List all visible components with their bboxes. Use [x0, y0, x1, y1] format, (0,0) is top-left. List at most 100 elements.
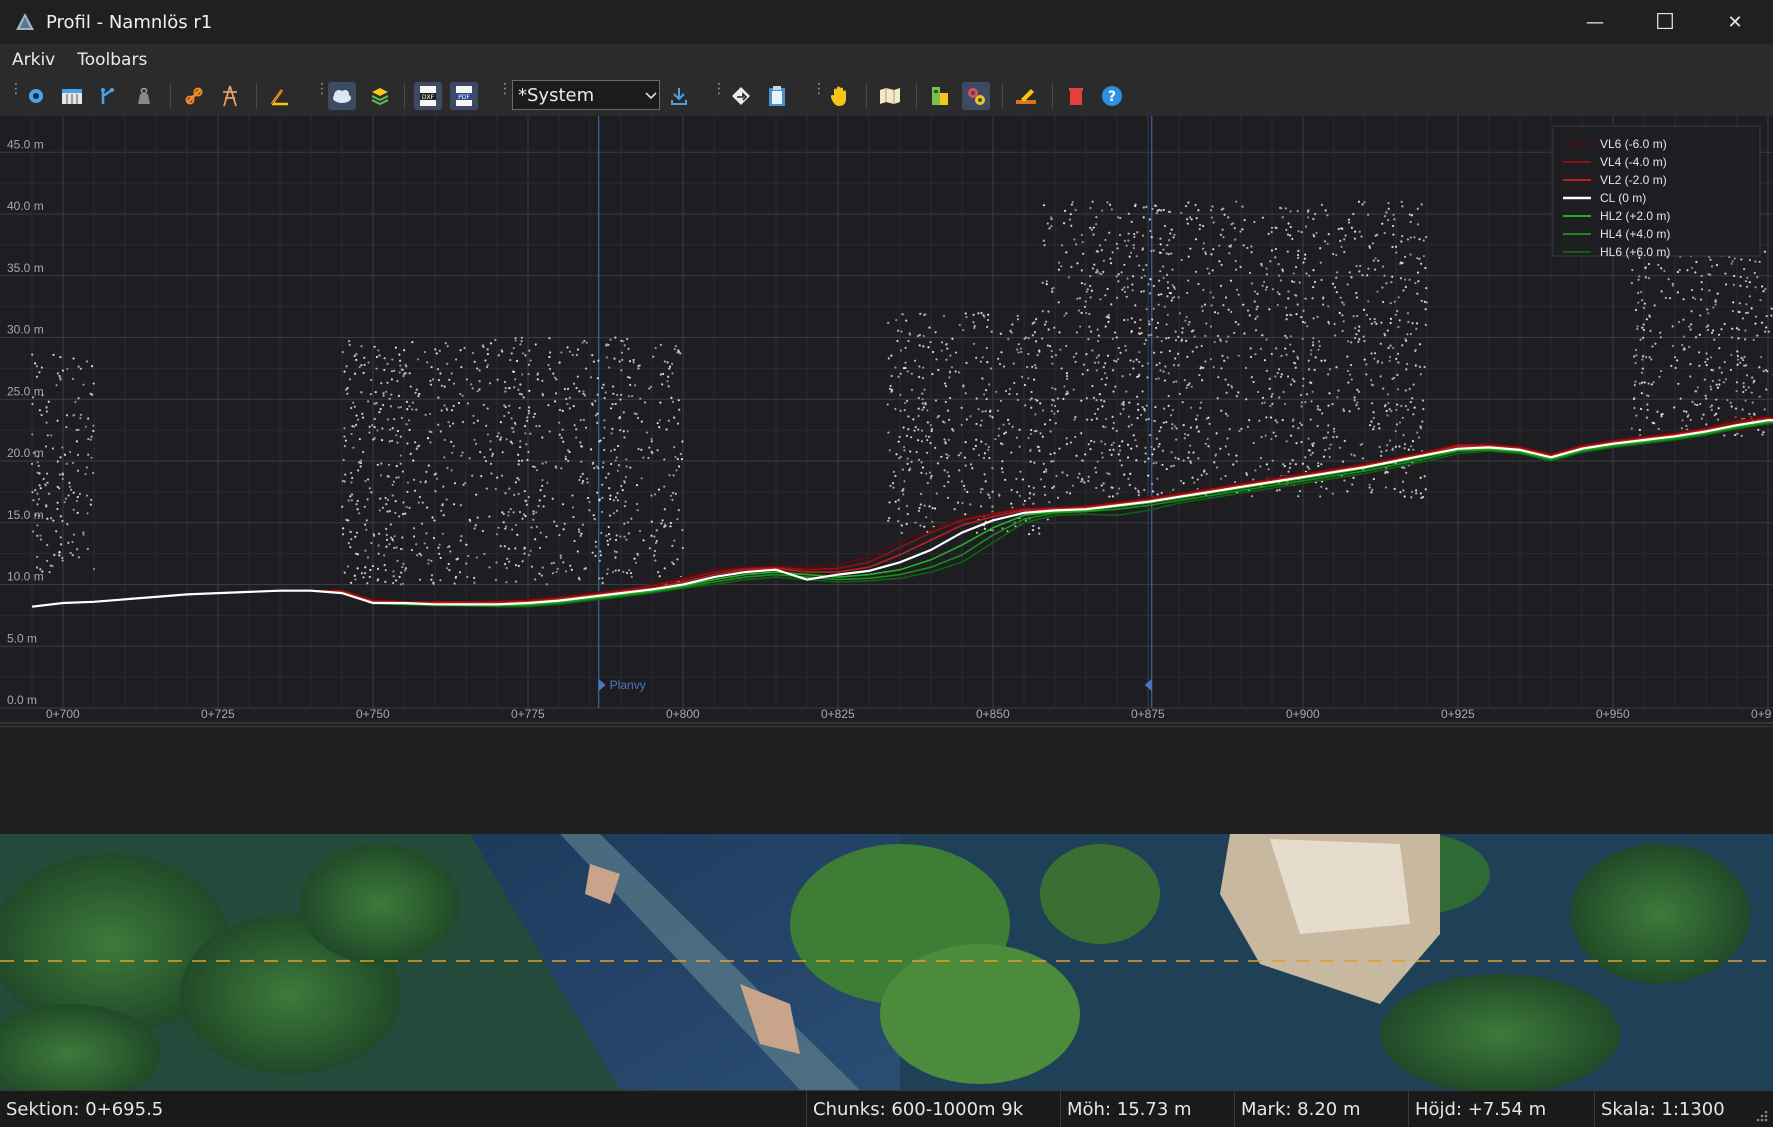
help-icon[interactable]: ?: [1098, 82, 1126, 110]
point-cloud-point: [673, 446, 675, 448]
point-cloud-point: [1398, 445, 1400, 447]
direction-sign-icon[interactable]: [727, 82, 755, 110]
point-cloud-point: [1103, 366, 1105, 368]
point-cloud-point: [1360, 236, 1362, 238]
pan-hand-icon[interactable]: [825, 82, 853, 110]
point-cloud-point: [1419, 366, 1421, 368]
edit-icon[interactable]: [1012, 82, 1040, 110]
point-cloud-point: [1418, 258, 1420, 260]
point-cloud-point: [1387, 329, 1389, 331]
point-cloud-point: [408, 419, 410, 421]
maximize-button[interactable]: ☐: [1630, 0, 1700, 44]
ruler-calc-icon[interactable]: [58, 82, 86, 110]
point-cloud-point: [1016, 491, 1018, 493]
point-cloud-point: [1696, 404, 1698, 406]
point-cloud-point: [417, 358, 419, 360]
resize-grip-icon[interactable]: [1753, 1107, 1769, 1123]
point-cloud-point: [364, 524, 366, 526]
pdf-export-icon[interactable]: PDF: [450, 82, 478, 110]
point-cloud-point: [1084, 306, 1086, 308]
toolbar-grip[interactable]: ⋮: [498, 86, 501, 106]
point-cloud-point: [1312, 344, 1314, 346]
branch-icon[interactable]: [94, 82, 122, 110]
building-icon[interactable]: [926, 82, 954, 110]
point-cloud-point: [1217, 335, 1219, 337]
menu-toolbars[interactable]: Toolbars: [65, 50, 157, 70]
point-cloud-point: [360, 460, 362, 462]
point-cloud-point: [905, 319, 907, 321]
point-cloud-point: [547, 404, 549, 406]
close-button[interactable]: ✕: [1700, 0, 1770, 44]
toolbar-grip[interactable]: ⋮: [712, 86, 715, 106]
point-cloud-point: [1181, 340, 1183, 342]
point-cloud-point: [678, 465, 680, 467]
weight-icon[interactable]: [130, 82, 158, 110]
point-cloud-point: [1255, 329, 1257, 331]
point-cloud-point: [1203, 242, 1205, 244]
point-cloud-point: [467, 555, 469, 557]
point-cloud-point: [1701, 288, 1703, 290]
point-cloud-point: [60, 515, 62, 517]
minimize-button[interactable]: —: [1560, 0, 1630, 44]
point-cloud-point: [677, 458, 679, 460]
point-cloud-point: [620, 394, 622, 396]
point-cloud-point: [1044, 324, 1046, 326]
map-book-icon[interactable]: [876, 82, 904, 110]
point-cloud-point: [1265, 289, 1267, 291]
toolbar-grip[interactable]: ⋮: [812, 86, 815, 106]
point-cloud-point: [449, 550, 451, 552]
point-cloud-point: [605, 535, 607, 537]
point-cloud-point: [1211, 304, 1213, 306]
point-cloud-point: [540, 532, 542, 534]
gears-icon[interactable]: [962, 82, 990, 110]
point-cloud-point: [576, 354, 578, 356]
point-cloud-point: [1411, 397, 1413, 399]
aerial-map-view[interactable]: [0, 834, 1773, 1090]
clipboard-icon[interactable]: [763, 82, 791, 110]
power-tower-icon[interactable]: [216, 82, 244, 110]
point-cloud-point: [1701, 275, 1703, 277]
dxf-export-icon[interactable]: DXF: [414, 82, 442, 110]
point-cloud-point: [1254, 353, 1256, 355]
toolbar-grip[interactable]: ⋮: [315, 86, 318, 106]
point-cloud-point: [1368, 245, 1370, 247]
point-cloud-point: [505, 387, 507, 389]
point-cloud-point: [1157, 322, 1159, 324]
point-cloud-point: [524, 490, 526, 492]
point-cloud-point: [1051, 350, 1053, 352]
point-cloud-point: [1706, 364, 1708, 366]
profile-system-dropdown[interactable]: *System: [512, 80, 660, 110]
angle-ruler-icon[interactable]: [266, 82, 294, 110]
delete-icon[interactable]: [1062, 82, 1090, 110]
point-cloud-point: [1160, 243, 1162, 245]
point-cloud-point: [1416, 431, 1418, 433]
chain-link-icon[interactable]: [180, 82, 208, 110]
point-cloud-point: [482, 344, 484, 346]
point-cloud-point: [1156, 438, 1158, 440]
point-cloud-point: [579, 441, 581, 443]
profile-chart[interactable]: 0.0 m5.0 m10.0 m15.0 m20.0 m25.0 m30.0 m…: [0, 116, 1773, 726]
point-cloud-point: [1110, 486, 1112, 488]
point-cloud-point: [1355, 333, 1357, 335]
point-cloud-point: [1411, 322, 1413, 324]
point-cloud-point: [558, 534, 560, 536]
point-cloud-point: [1384, 405, 1386, 407]
toolbar-grip[interactable]: ⋮: [9, 86, 12, 106]
point-cloud-point: [460, 366, 462, 368]
point-cloud-point: [1326, 214, 1328, 216]
settings-gear-icon[interactable]: [22, 82, 50, 110]
layers-icon[interactable]: [366, 82, 394, 110]
point-cloud-point: [48, 401, 50, 403]
menu-arkiv[interactable]: Arkiv: [0, 50, 65, 70]
profile-chart-svg[interactable]: 0.0 m5.0 m10.0 m15.0 m20.0 m25.0 m30.0 m…: [0, 116, 1773, 726]
point-cloud-point: [1401, 201, 1403, 203]
point-cloud-point: [1373, 426, 1375, 428]
point-cloud-point: [76, 500, 78, 502]
point-cloud-point: [922, 366, 924, 368]
point-cloud-point: [948, 455, 950, 457]
point-cloud-point: [390, 536, 392, 538]
download-icon[interactable]: [665, 82, 693, 110]
point-cloud-icon[interactable]: [328, 82, 356, 110]
point-cloud-point: [1208, 272, 1210, 274]
point-cloud-point: [947, 410, 949, 412]
